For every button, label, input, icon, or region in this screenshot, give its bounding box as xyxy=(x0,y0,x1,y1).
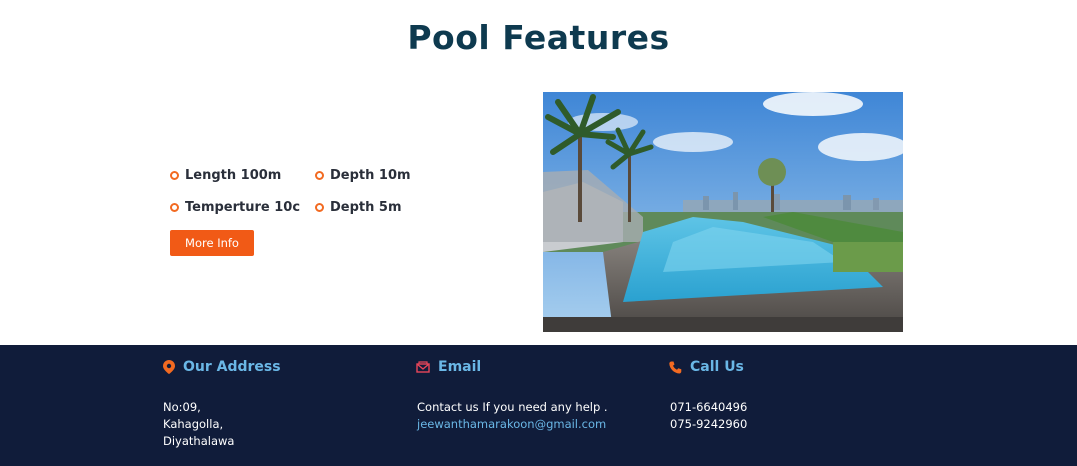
bullet-icon xyxy=(315,171,324,180)
feature-item: Temperture 10c xyxy=(170,200,300,215)
address-line: No:09, xyxy=(163,400,201,414)
footer: Our Address No:09, Kahagolla, Diyathalaw… xyxy=(0,345,1077,466)
phone-number[interactable]: 075-9242960 xyxy=(670,416,747,433)
envelope-icon xyxy=(416,361,430,373)
email-heading: Email xyxy=(416,359,481,375)
bullet-icon xyxy=(315,203,324,212)
email-heading-label: Email xyxy=(438,359,482,375)
call-heading-label: Call Us xyxy=(690,359,744,375)
address-heading-label: Our Address xyxy=(183,359,281,375)
email-text: Contact us If you need any help . jeewan… xyxy=(417,399,608,433)
more-info-button[interactable]: More Info xyxy=(170,230,254,256)
bullet-icon xyxy=(170,171,179,180)
email-link[interactable]: jeewanthamarakoon@gmail.com xyxy=(417,416,608,433)
location-pin-icon xyxy=(163,360,175,374)
call-text: 071-6640496 075-9242960 xyxy=(670,399,747,433)
feature-label: Depth 5m xyxy=(330,200,402,215)
feature-item: Length 100m xyxy=(170,168,281,183)
address-line: Diyathalawa xyxy=(163,434,235,448)
address-line: Kahagolla, xyxy=(163,417,224,431)
phone-icon xyxy=(669,361,682,373)
address-heading: Our Address xyxy=(163,359,281,375)
phone-number[interactable]: 071-6640496 xyxy=(670,399,747,416)
call-heading: Call Us xyxy=(669,359,744,375)
bullet-icon xyxy=(170,203,179,212)
feature-item: Depth 5m xyxy=(315,200,402,215)
address-text: No:09, Kahagolla, Diyathalawa xyxy=(163,399,234,450)
feature-item: Depth 10m xyxy=(315,168,411,183)
pool-image xyxy=(543,92,903,332)
email-help-text: Contact us If you need any help . xyxy=(417,400,608,414)
feature-label: Length 100m xyxy=(185,168,282,183)
feature-label: Depth 10m xyxy=(330,168,411,183)
page-title: Pool Features xyxy=(407,18,670,57)
feature-label: Temperture 10c xyxy=(185,200,301,215)
